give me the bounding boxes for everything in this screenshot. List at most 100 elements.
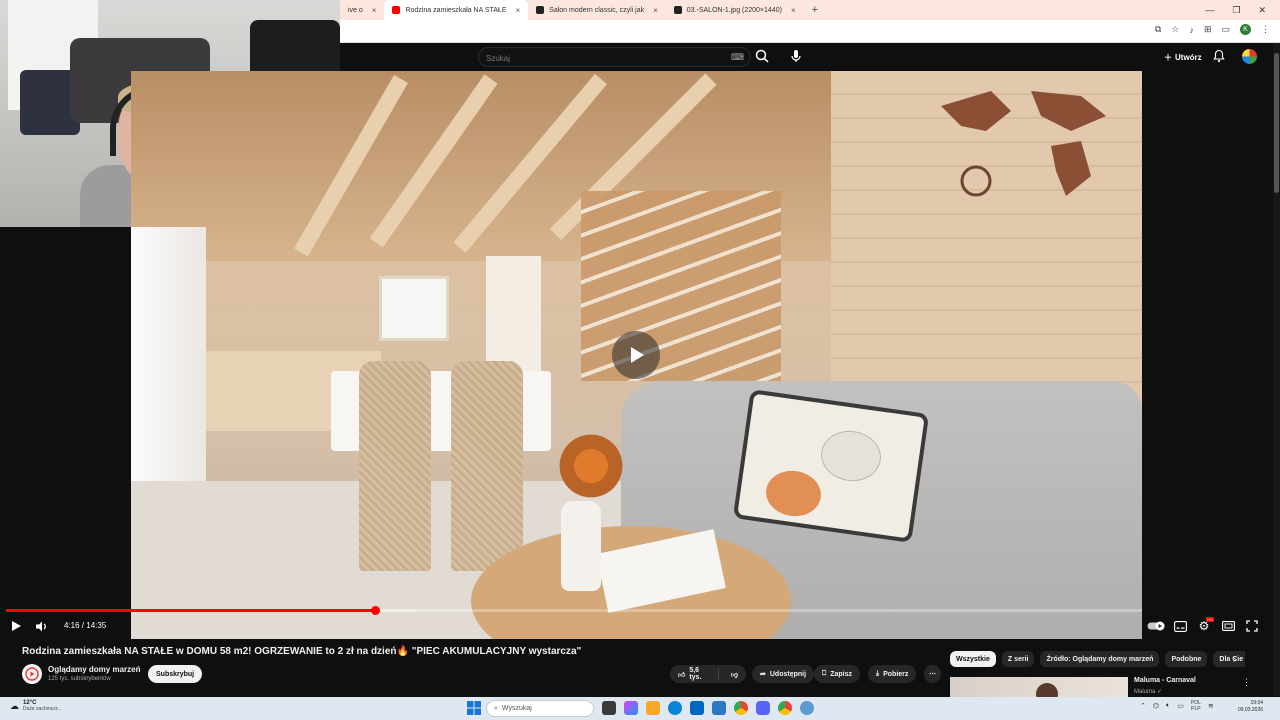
chip-similar[interactable]: Podobne bbox=[1165, 651, 1208, 667]
tab-1[interactable]: Rodzina zamieszkała NA STAŁE × bbox=[384, 0, 529, 20]
search-icon[interactable] bbox=[754, 48, 770, 64]
youtube-favicon-icon bbox=[392, 6, 401, 14]
create-button[interactable]: ＋ Utwórz bbox=[1158, 48, 1208, 66]
minimize-icon[interactable]: — bbox=[1205, 5, 1214, 16]
video-chair bbox=[451, 361, 523, 571]
fullscreen-button[interactable] bbox=[1244, 618, 1260, 634]
video-vase bbox=[561, 501, 601, 591]
chrome-alt-icon[interactable] bbox=[778, 701, 792, 715]
maximize-icon[interactable]: ❐ bbox=[1232, 5, 1240, 16]
close-icon[interactable]: × bbox=[516, 6, 521, 15]
dislike-button[interactable]: 👎︎ bbox=[723, 670, 746, 679]
tab-3-label: 03.-SALON-1.jpg (2200×1440) bbox=[686, 6, 782, 14]
download-button[interactable]: ⤓ Pobierz bbox=[868, 665, 917, 683]
tab-1-label: Rodzina zamieszkała NA STAŁE bbox=[405, 6, 507, 14]
share-label: Udostępnij bbox=[769, 670, 807, 678]
recommendation-channel[interactable]: Maluma ✓ bbox=[1134, 688, 1162, 695]
video-world-map-decor bbox=[941, 91, 1106, 197]
tab-0[interactable]: ive o × bbox=[340, 0, 384, 20]
extension-audio-icon[interactable]: ♪ bbox=[1189, 25, 1194, 35]
system-clock[interactable]: 19:04 09.03.2026 bbox=[1238, 700, 1263, 714]
volume-icon bbox=[35, 621, 46, 631]
app-icon[interactable] bbox=[800, 701, 814, 715]
copilot-icon[interactable] bbox=[624, 701, 638, 715]
play-button[interactable] bbox=[8, 618, 24, 634]
channel-name[interactable]: Oglądamy domy marzeń bbox=[48, 665, 140, 674]
install-app-icon[interactable]: ⧉ bbox=[1155, 24, 1161, 35]
more-actions-button[interactable]: ⋯ bbox=[924, 665, 941, 683]
tab-2[interactable]: Salon modern classic, czyli jak × bbox=[528, 0, 666, 20]
recommendation-thumbnail[interactable] bbox=[950, 677, 1128, 697]
windows-taskbar: ☁ 12°C Duże zachmurz... ⌕ Wyszukaj ⌃ ⌬ 🔈… bbox=[0, 697, 1280, 720]
close-icon[interactable]: × bbox=[791, 6, 796, 15]
mail-icon[interactable] bbox=[712, 701, 726, 715]
language-indicator[interactable]: POL PLP bbox=[1191, 700, 1201, 712]
search-box: ⌨ bbox=[478, 47, 751, 68]
wifi-icon[interactable]: ≋ bbox=[1208, 702, 1214, 710]
chrome-icon[interactable] bbox=[734, 701, 748, 715]
volume-icon[interactable]: 🔈︎ bbox=[1166, 702, 1170, 710]
share-button[interactable]: ➦ Udostępnij bbox=[752, 665, 815, 683]
channel-avatar[interactable] bbox=[22, 664, 42, 684]
account-avatar[interactable] bbox=[1242, 49, 1257, 64]
like-count: 5,6 tys. bbox=[689, 667, 702, 681]
chevron-right-icon[interactable]: › bbox=[1233, 654, 1245, 666]
microphone-icon[interactable] bbox=[788, 48, 804, 64]
bookmark-star-icon[interactable]: ☆ bbox=[1171, 24, 1179, 35]
file-explorer-icon[interactable] bbox=[646, 701, 660, 715]
autoplay-toggle[interactable] bbox=[1147, 618, 1165, 634]
video-frame[interactable] bbox=[131, 71, 1142, 639]
close-icon[interactable]: × bbox=[372, 6, 377, 15]
settings-button[interactable]: ⚙ HD bbox=[1196, 617, 1214, 634]
volume-button[interactable] bbox=[33, 618, 49, 634]
network-icon[interactable]: ⌬ bbox=[1153, 702, 1159, 710]
bookmark-icon: ⎕ bbox=[822, 670, 827, 677]
weather-widget[interactable]: ☁ 12°C Duże zachmurz... bbox=[10, 700, 62, 712]
channel-logo-icon bbox=[25, 667, 39, 681]
discord-icon[interactable] bbox=[756, 701, 770, 715]
window-close-icon[interactable]: ✕ bbox=[1258, 5, 1266, 16]
taskbar-search[interactable]: ⌕ Wyszukaj bbox=[486, 700, 594, 717]
chip-all[interactable]: Wszystkie bbox=[950, 651, 996, 667]
system-tray: ⌃ ⌬ 🔈︎ ▭ POL PLP ≋ bbox=[1140, 700, 1214, 712]
download-label: Pobierz bbox=[883, 670, 909, 678]
cast-icon[interactable]: ▭ bbox=[1221, 24, 1230, 35]
save-button[interactable]: ⎕ Zapisz bbox=[814, 665, 860, 683]
chip-source[interactable]: Źródło: Oglądamy domy marzeń bbox=[1040, 651, 1160, 667]
play-overlay-button[interactable] bbox=[612, 331, 660, 379]
like-button[interactable]: 👍︎ 5,6 tys. bbox=[670, 667, 719, 681]
hd-badge: HD bbox=[1206, 617, 1214, 622]
notifications-bell-icon[interactable] bbox=[1212, 49, 1226, 63]
chevron-up-icon[interactable]: ⌃ bbox=[1140, 702, 1146, 710]
search-input[interactable] bbox=[479, 49, 719, 68]
battery-icon[interactable]: ▭ bbox=[1177, 702, 1184, 710]
subtitles-button[interactable] bbox=[1172, 618, 1188, 634]
video-title: Rodzina zamieszkała NA STAŁE w DOMU 58 m… bbox=[22, 646, 582, 657]
keyboard-icon[interactable]: ⌨ bbox=[731, 52, 744, 63]
subscribe-button[interactable]: Subskrybuj bbox=[148, 665, 203, 683]
tab-3[interactable]: 03.-SALON-1.jpg (2200×1440) × bbox=[666, 0, 804, 20]
browser-toolbar-icons: ⧉ ☆ ♪ ⊞ ▭ K ⋮ bbox=[1155, 24, 1270, 35]
more-horizontal-icon: ⋯ bbox=[929, 671, 936, 678]
video-flowers bbox=[551, 426, 631, 506]
time-display: 4:16 / 14:35 bbox=[64, 621, 107, 630]
edge-icon[interactable] bbox=[668, 701, 682, 715]
clock-time: 19:04 bbox=[1250, 700, 1264, 706]
task-view-icon[interactable] bbox=[602, 701, 616, 715]
site-favicon-icon bbox=[536, 6, 545, 14]
scrollbar-thumb[interactable] bbox=[1274, 53, 1279, 193]
profile-avatar[interactable]: K bbox=[1240, 24, 1251, 35]
new-tab-button[interactable]: + bbox=[804, 4, 826, 16]
more-vertical-icon[interactable]: ⋮ bbox=[1242, 677, 1251, 688]
store-icon[interactable] bbox=[690, 701, 704, 715]
progress-bar[interactable] bbox=[6, 606, 1142, 615]
browser-menu-icon[interactable]: ⋮ bbox=[1261, 24, 1270, 35]
extensions-puzzle-icon[interactable]: ⊞ bbox=[1204, 24, 1212, 35]
chip-series[interactable]: Z serii bbox=[1001, 651, 1035, 667]
page-scrollbar[interactable] bbox=[1273, 43, 1280, 696]
lang-line2: PLP bbox=[1191, 706, 1201, 712]
theater-mode-button[interactable] bbox=[1220, 618, 1236, 634]
close-icon[interactable]: × bbox=[653, 6, 658, 15]
recommendation-title[interactable]: Maluma - Carnaval bbox=[1134, 677, 1196, 684]
windows-start-icon[interactable] bbox=[467, 701, 481, 715]
